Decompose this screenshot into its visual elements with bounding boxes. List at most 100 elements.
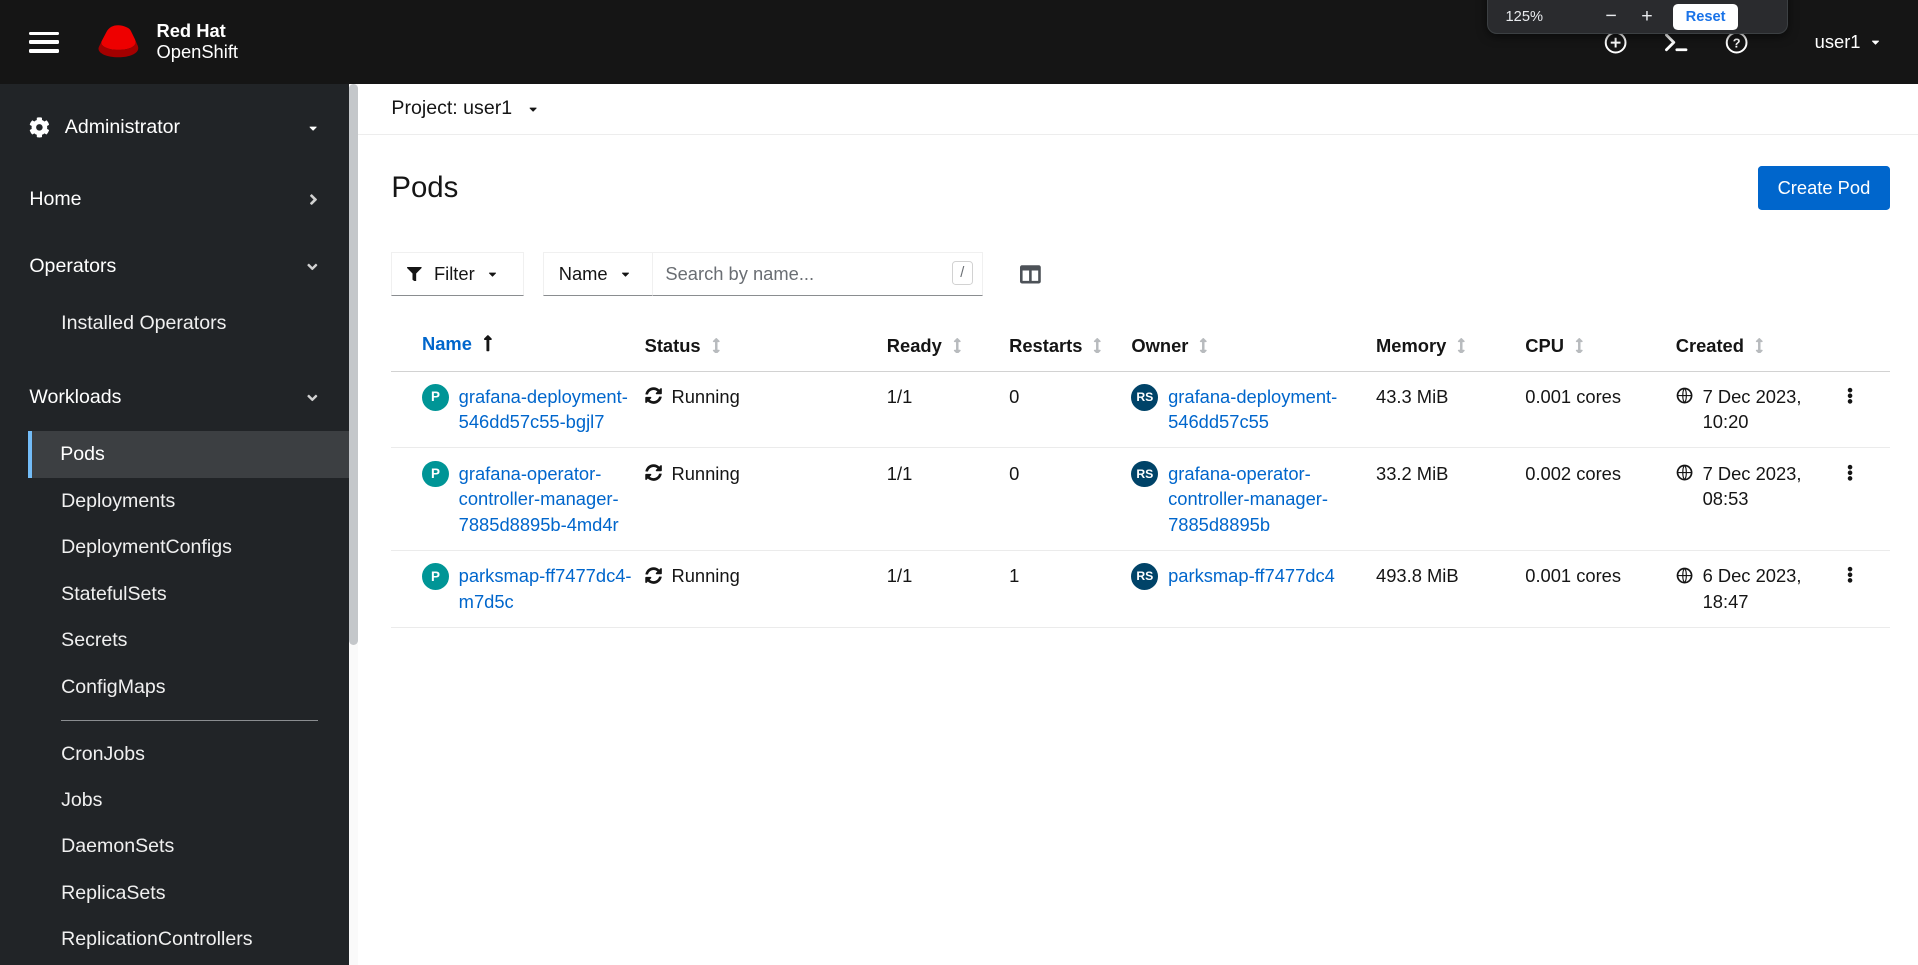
timestamp-globe-icon (1676, 464, 1693, 481)
web-terminal-button[interactable] (1664, 32, 1688, 53)
status-text: Running (671, 462, 740, 484)
sidebar-item-workloads[interactable]: Workloads (0, 364, 349, 431)
sort-by-memory-button[interactable]: Memory (1376, 333, 1525, 359)
sort-by-created-button[interactable]: Created (1676, 333, 1820, 359)
owner-link[interactable]: grafana-deployment-546dd57c55 (1168, 384, 1376, 435)
table-header-row: Name Status Ready Restarts Owner Memory … (391, 320, 1890, 372)
created-text: 7 Dec 2023, 10:20 (1702, 385, 1802, 433)
sidebar-item-cronjobs[interactable]: CronJobs (28, 731, 348, 777)
help-button[interactable]: ? (1725, 31, 1748, 54)
quick-create-button[interactable] (1604, 31, 1627, 54)
sort-by-owner-button[interactable]: Owner (1131, 333, 1376, 359)
pod-name-link[interactable]: grafana-deployment-546dd57c55-bgjl7 (459, 384, 645, 435)
filter-label: Filter (433, 262, 475, 284)
brand-logo[interactable]: Red Hat OpenShift (93, 20, 239, 63)
redhat-fedora-icon (98, 25, 139, 58)
sort-by-name-button[interactable]: Name (422, 333, 493, 355)
nav-label: StatefulSets (61, 582, 167, 605)
nav-label: ReplicaSets (61, 881, 166, 904)
sidebar-item-pods[interactable]: Pods (28, 431, 349, 478)
sort-icon (1200, 337, 1208, 354)
sidebar-item-deployments[interactable]: Deployments (28, 478, 348, 524)
column-header-created: Created (1675, 334, 1744, 356)
sort-icon (712, 337, 720, 354)
nav-label: Deployments (61, 489, 176, 512)
svg-text:?: ? (1733, 35, 1741, 50)
running-sync-icon (644, 566, 662, 584)
nav-label: DeploymentConfigs (61, 536, 232, 559)
sidebar-item-replicasets[interactable]: ReplicaSets (28, 870, 348, 916)
sort-by-cpu-button[interactable]: CPU (1525, 333, 1675, 359)
sidebar-item-replicationcontrollers[interactable]: ReplicationControllers (28, 917, 348, 963)
sidebar-item-configmaps[interactable]: ConfigMaps (28, 664, 348, 710)
owner-link[interactable]: parksmap-ff7477dc4 (1168, 563, 1335, 589)
filter-dropdown[interactable]: Filter (391, 251, 524, 296)
sidebar-item-daemonsets[interactable]: DaemonSets (28, 824, 348, 870)
slash-shortcut-hint: / (951, 261, 973, 286)
sidebar-item-statefulsets[interactable]: StatefulSets (28, 571, 348, 617)
sort-by-status-button[interactable]: Status (645, 333, 887, 359)
zoom-in-button[interactable]: + (1638, 7, 1657, 27)
project-selector[interactable]: Project: user1 (391, 97, 539, 120)
user-name: user1 (1814, 31, 1861, 53)
create-pod-button[interactable]: Create Pod (1758, 166, 1890, 211)
chevron-right-icon (310, 194, 318, 206)
user-menu[interactable]: user1 (1807, 30, 1888, 54)
chevron-down-icon (306, 394, 317, 401)
columns-icon (1020, 264, 1041, 284)
replicaset-badge: RS (1131, 460, 1159, 488)
page-header: Pods Create Pod (391, 166, 1890, 211)
search-attribute-dropdown[interactable]: Name (543, 251, 654, 296)
pod-name-link[interactable]: parksmap-ff7477dc4-m7d5c (459, 563, 645, 614)
ready-cell: 1/1 (886, 385, 913, 407)
row-kebab-menu-button[interactable] (1840, 384, 1861, 408)
browser-zoom-popup: 125% − + Reset (1487, 0, 1789, 35)
caret-down-icon (309, 126, 317, 131)
sidebar-item-jobs[interactable]: Jobs (28, 777, 348, 823)
brand-line2: OpenShift (156, 41, 239, 63)
sort-icon (1755, 337, 1763, 354)
scrollbar-thumb[interactable] (348, 84, 359, 645)
sidebar-item-home[interactable]: Home (0, 166, 349, 233)
pod-name-link[interactable]: grafana-operator-controller-manager-7885… (459, 461, 645, 538)
column-header-ready: Ready (886, 334, 942, 356)
caret-down-icon (488, 272, 496, 277)
sort-ascending-icon (483, 335, 492, 352)
pod-badge: P (421, 383, 449, 411)
nav-label: Operators (29, 255, 117, 278)
timestamp-globe-icon (1676, 567, 1693, 584)
restarts-cell: 0 (1009, 462, 1020, 484)
replicaset-badge: RS (1131, 563, 1159, 590)
column-header-owner: Owner (1131, 334, 1189, 356)
row-kebab-menu-button[interactable] (1840, 461, 1861, 485)
column-header-name: Name (421, 332, 472, 354)
sort-icon (1094, 337, 1102, 354)
nav-label: CronJobs (61, 742, 145, 765)
sort-by-ready-button[interactable]: Ready (887, 333, 1009, 359)
ready-cell: 1/1 (886, 565, 913, 587)
page-title: Pods (391, 171, 459, 205)
sidebar-item-operators[interactable]: Operators (0, 233, 349, 300)
restarts-cell: 1 (1009, 565, 1020, 587)
sidebar-item-secrets[interactable]: Secrets (28, 617, 348, 663)
nav-toggle-button[interactable] (29, 31, 59, 53)
owner-link[interactable]: grafana-operator-controller-manager-7885… (1168, 461, 1376, 538)
restarts-cell: 0 (1009, 385, 1020, 407)
search-attribute-label: Name (558, 262, 608, 284)
search-input[interactable] (653, 252, 983, 295)
sidebar-scrollbar[interactable] (348, 84, 359, 965)
sidebar-item-deploymentconfigs[interactable]: DeploymentConfigs (28, 524, 348, 570)
cog-icon (30, 117, 50, 138)
row-kebab-menu-button[interactable] (1840, 563, 1861, 587)
sidebar-item-installed-operators[interactable]: Installed Operators (28, 301, 348, 347)
nav-label: ConfigMaps (61, 675, 166, 698)
zoom-out-button[interactable]: − (1602, 7, 1621, 27)
zoom-reset-button[interactable]: Reset (1673, 4, 1738, 31)
column-management-button[interactable] (1020, 264, 1041, 285)
status-text: Running (671, 565, 740, 587)
sort-by-restarts-button[interactable]: Restarts (1009, 333, 1131, 359)
zoom-level: 125% (1505, 9, 1544, 26)
nav-label: Jobs (61, 789, 103, 812)
cpu-cell: 0.001 cores (1525, 565, 1622, 587)
perspective-switcher[interactable]: Administrator (0, 104, 349, 151)
